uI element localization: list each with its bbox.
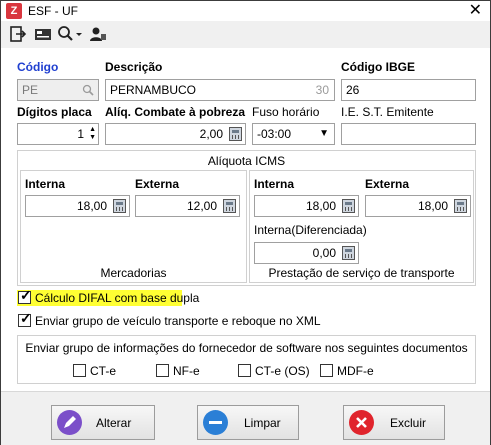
digitos-placa-value: 1 [77,127,84,141]
transp-interna-dif-field[interactable]: 0,00 [254,242,359,264]
difal-label[interactable]: Cálculo DIFAL com base dupla [35,291,199,305]
mercadorias-title: Mercadorias [100,266,167,280]
aliq-combate-field[interactable]: 2,00 [105,123,246,145]
close-icon[interactable]: ✕ [469,1,482,21]
excluir-button[interactable]: Excluir [343,405,445,440]
app-logo-icon: Z [6,3,22,19]
ie-st-field[interactable] [341,123,476,145]
transp-interna-field[interactable]: 18,00 [254,195,359,217]
alterar-button[interactable]: Alterar [51,405,155,440]
codigo-ibge-field[interactable]: 26 [341,79,476,101]
descricao-value: PERNAMBUCO [110,83,197,97]
difal-checkbox[interactable]: ✓ [18,287,32,304]
icms-title: Alíquota ICMS [207,154,286,168]
cte-checkbox[interactable] [73,364,86,377]
fuso-select[interactable]: -03:00 ▼ [252,123,335,145]
transp-externa-value: 18,00 [417,199,448,213]
nfe-label[interactable]: NF-e [173,364,200,378]
cte-os-label[interactable]: CT-e (OS) [255,364,310,378]
codigo-field[interactable]: PE [17,79,99,101]
merc-interna-label: Interna [25,177,66,191]
card-icon[interactable] [34,25,52,43]
merc-interna-field[interactable]: 18,00 [25,195,130,217]
title-bar: Z ESF - UF ✕ [1,1,490,21]
limpar-label: Limpar [244,416,281,430]
alterar-label: Alterar [96,416,132,430]
merc-externa-value: 12,00 [186,199,217,213]
transp-interna-value: 18,00 [305,199,336,213]
calculator-icon[interactable] [342,199,355,213]
spinner-arrows-icon[interactable]: ▲ ▼ [88,126,96,142]
search-dropdown-icon[interactable] [57,25,85,43]
merc-externa-label: Externa [135,177,180,191]
aliq-combate-value: 2,00 [199,127,223,141]
toolbar [1,21,490,48]
transp-interna-dif-value: 0,00 [312,246,336,260]
exit-icon[interactable] [9,25,27,43]
window-title: ESF - UF [28,4,78,18]
footer: Alterar Limpar Excluir [1,391,490,445]
calculator-icon[interactable] [229,127,242,141]
mdfe-checkbox[interactable] [320,364,333,377]
search-icon[interactable] [82,84,94,96]
codigo-value: PE [22,83,39,97]
merc-interna-value: 18,00 [76,199,107,213]
icms-group: Alíquota ICMS Interna 18,00 Externa 12,0… [17,150,476,286]
descricao-label: Descrição [105,60,163,74]
descricao-maxlen: 30 [315,83,329,97]
veiculo-checkbox[interactable]: ✓ [18,310,32,327]
transporte-title: Prestação de serviço de transporte [268,266,455,280]
mdfe-label[interactable]: MDF-e [337,364,374,378]
calculator-icon[interactable] [342,246,355,260]
merc-externa-field[interactable]: 12,00 [135,195,240,217]
checkmark-icon: ✓ [20,310,32,326]
transp-interna-label: Interna [254,177,295,191]
codigo-label: Código [17,60,59,74]
edit-pen-icon [57,410,82,435]
user-icon[interactable] [89,25,107,43]
nfe-checkbox[interactable] [156,364,169,377]
ie-st-label: I.E. S.T. Emitente [341,105,434,119]
veiculo-label[interactable]: Enviar grupo de veículo transporte e reb… [35,314,321,328]
fuso-label: Fuso horário [252,105,320,119]
calculator-icon[interactable] [454,199,467,213]
transp-interna-dif-label: Interna(Diferenciada) [254,223,367,237]
calculator-icon[interactable] [113,199,126,213]
calculator-icon[interactable] [223,199,236,213]
limpar-button[interactable]: Limpar [197,405,299,440]
cte-label[interactable]: CT-e [90,364,116,378]
mercadorias-group: Interna 18,00 Externa 12,00 Mercadorias [20,170,247,283]
aliq-combate-label: Alíq. Combate à pobreza [105,105,246,119]
software-group-title: Enviar grupo de informações do fornecedo… [25,341,468,355]
software-group: Enviar grupo de informações do fornecedo… [17,335,476,384]
chevron-down-icon[interactable]: ▼ [319,124,329,144]
digitos-placa-stepper[interactable]: 1 ▲ ▼ [17,123,99,145]
minus-circle-icon [203,410,228,435]
checkmark-icon: ✓ [20,287,32,303]
transp-externa-field[interactable]: 18,00 [365,195,471,217]
digitos-placa-label: Dígitos placa [17,105,92,119]
form-content: Código PE Descrição PERNAMBUCO 30 Código… [1,48,490,391]
transp-externa-label: Externa [365,177,410,191]
excluir-label: Excluir [390,416,427,430]
delete-x-icon [349,410,374,435]
cte-os-checkbox[interactable] [238,364,251,377]
transporte-group: Interna 18,00 Externa 18,00 Interna(Dife… [249,170,474,283]
codigo-ibge-label: Código IBGE [341,60,415,74]
descricao-field[interactable]: PERNAMBUCO 30 [105,79,335,101]
window: Z ESF - UF ✕ Código PE Descrição PERNAMB… [0,0,491,445]
fuso-value: -03:00 [257,127,292,141]
